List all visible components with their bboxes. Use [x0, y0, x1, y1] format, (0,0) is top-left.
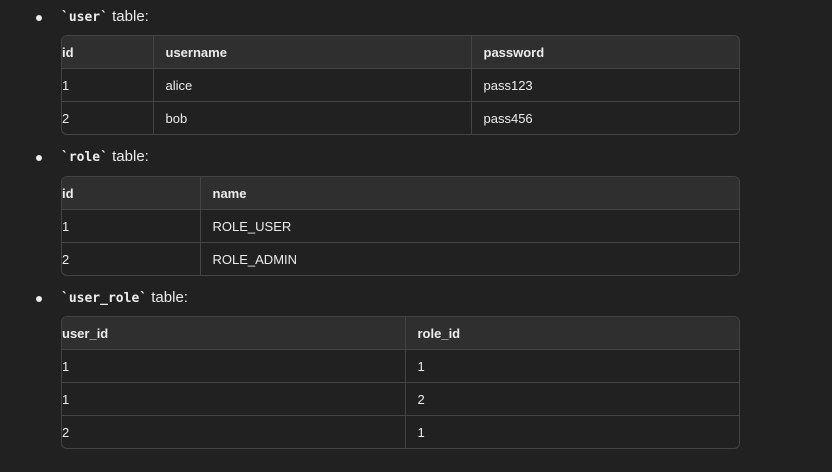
table-row: 1 2	[62, 382, 739, 416]
bullet-icon	[36, 296, 42, 302]
section-heading: `user_role` table:	[61, 287, 188, 310]
user-table: id username password 1 alice pass123 2 b…	[61, 35, 740, 135]
table-header-row: id username password	[62, 36, 739, 69]
column-header: role_id	[404, 317, 739, 350]
table-cell: 2	[62, 110, 70, 126]
inline-code: `user_role`	[61, 291, 148, 306]
table-cell: 1	[62, 209, 200, 243]
table-cell: 1	[62, 382, 405, 416]
table-header-row: id name	[62, 177, 739, 210]
column-header: id	[62, 177, 200, 210]
section-heading-suffix: table:	[147, 289, 188, 306]
inline-code: `role`	[61, 150, 108, 165]
list-item: `user_role` table:	[0, 287, 832, 309]
table-cell: alice	[152, 68, 471, 102]
bullet-icon	[36, 15, 42, 21]
table-row: 2 bob pass456	[62, 101, 739, 134]
table-row: 2 1	[62, 415, 739, 448]
section-heading: `role` table:	[61, 146, 149, 169]
table-cell: pass456	[470, 101, 739, 134]
table-row: 1 1	[62, 349, 739, 383]
table-row: 1 ROLE_USER	[62, 209, 739, 243]
inline-code: `user`	[61, 10, 108, 25]
table-cell: ROLE_ADMIN	[199, 242, 739, 275]
role-table: id name 1 ROLE_USER 2 ROLE_ADMIN	[61, 176, 740, 276]
table-cell: 1	[404, 415, 739, 448]
column-header: user_id	[62, 317, 405, 350]
table-cell: 1	[404, 349, 739, 383]
column-header: password	[470, 36, 739, 69]
column-header: id	[62, 36, 153, 69]
list-item: `role` table:	[0, 146, 832, 168]
table-cell: 2	[62, 424, 70, 440]
table-cell: 1	[62, 68, 153, 102]
table-header-row: user_id role_id	[62, 317, 739, 350]
bullet-icon	[36, 155, 42, 161]
section-heading: `user` table:	[61, 6, 149, 29]
column-header: username	[152, 36, 471, 69]
section-heading-suffix: table:	[107, 148, 149, 165]
list-item: `user` table:	[0, 6, 832, 28]
table-row: 1 alice pass123	[62, 68, 739, 102]
table-cell: ROLE_USER	[199, 209, 739, 243]
user-role-table: user_id role_id 1 1 1 2 2 1	[61, 316, 740, 449]
column-header: name	[199, 177, 739, 210]
table-cell: 1	[62, 349, 405, 383]
table-cell: 2	[404, 382, 739, 416]
table-row: 2 ROLE_ADMIN	[62, 242, 739, 275]
table-cell: 2	[62, 251, 70, 267]
section-heading-suffix: table:	[107, 8, 149, 25]
table-cell: pass123	[470, 68, 739, 102]
table-cell: bob	[152, 101, 471, 134]
